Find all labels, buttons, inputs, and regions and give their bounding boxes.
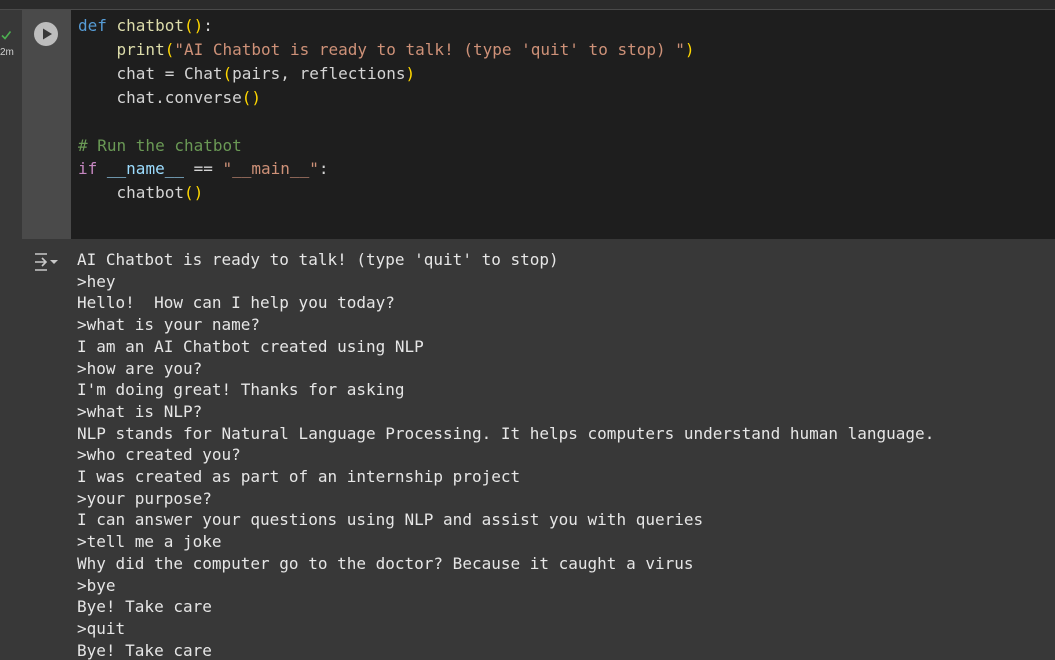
output-line: I'm doing great! Thanks for asking <box>77 380 405 400</box>
code-token: if <box>78 159 107 179</box>
code-token: ( <box>164 39 175 59</box>
top-bar <box>0 0 1055 10</box>
code-token: chatbot <box>78 183 184 203</box>
code-token: : <box>203 16 213 35</box>
code-token: def <box>78 16 117 35</box>
output-collapse-icon[interactable] <box>33 250 61 274</box>
code-token: chat.converse <box>78 87 242 107</box>
run-cell-button[interactable] <box>34 22 58 46</box>
code-token: ( <box>222 63 233 83</box>
output-line: >quit <box>77 618 126 638</box>
code-token: ) <box>405 63 416 83</box>
code-text: def chatbot(): print("AI Chatbot is read… <box>71 10 1055 205</box>
output-line: NLP stands for Natural Language Processi… <box>77 423 935 443</box>
output-line: I can answer your questions using NLP an… <box>77 510 704 530</box>
code-token: print <box>116 39 165 59</box>
output-line: >who created you? <box>77 445 241 465</box>
code-line: # Run the chatbot <box>78 134 1055 158</box>
output-line: Bye! Take care <box>77 597 212 617</box>
code-token: __name__ <box>106 159 184 179</box>
code-token: "AI Chatbot is ready to talk! (type 'qui… <box>174 39 685 59</box>
code-token: == <box>183 159 223 179</box>
code-token: ) <box>684 39 695 59</box>
code-token: "__main__" <box>222 159 319 179</box>
output-line: >bye <box>77 575 116 595</box>
output-line: >hey <box>77 271 116 291</box>
output-line: >what is your name? <box>77 315 261 335</box>
output-line: >what is NLP? <box>77 401 203 421</box>
output-line: Why did the computer go to the doctor? B… <box>77 553 694 573</box>
code-editor[interactable]: def chatbot(): print("AI Chatbot is read… <box>71 10 1055 239</box>
code-token: chatbot <box>116 16 184 35</box>
code-line: print("AI Chatbot is ready to talk! (typ… <box>78 38 1055 62</box>
cell-gutter: 2m <box>0 10 22 658</box>
code-token: () <box>183 183 204 203</box>
code-line: chatbot() <box>78 181 1055 205</box>
output-line: Bye! Take care <box>77 640 212 660</box>
code-line: chat = Chat(pairs, reflections) <box>78 62 1055 86</box>
output-line: I am an AI Chatbot created using NLP <box>77 336 424 356</box>
code-token: () <box>183 16 204 35</box>
code-token: chat = Chat <box>78 63 223 83</box>
output-line: Hello! How can I help you today? <box>77 293 395 313</box>
output-line: I was created as part of an internship p… <box>77 467 521 486</box>
output-line: >how are you? <box>77 358 203 378</box>
code-line: chat.converse() <box>78 86 1055 110</box>
code-token: pairs, reflections <box>232 63 406 83</box>
execution-time: 2m <box>0 47 14 58</box>
output-gutter <box>22 239 71 658</box>
code-token: () <box>241 87 262 107</box>
check-icon <box>1 31 11 40</box>
play-icon <box>43 28 52 40</box>
output-line: >your purpose? <box>77 488 212 508</box>
output-line: >tell me a joke <box>77 532 222 552</box>
code-token: # Run the chatbot <box>78 135 242 155</box>
code-token: : <box>318 159 329 179</box>
code-line: if __name__ == "__main__": <box>78 157 1055 181</box>
output-line: AI Chatbot is ready to talk! (type 'quit… <box>77 250 559 269</box>
cell-output: AI Chatbot is ready to talk! (type 'quit… <box>71 239 1055 660</box>
code-line: def chatbot(): <box>78 14 1055 38</box>
